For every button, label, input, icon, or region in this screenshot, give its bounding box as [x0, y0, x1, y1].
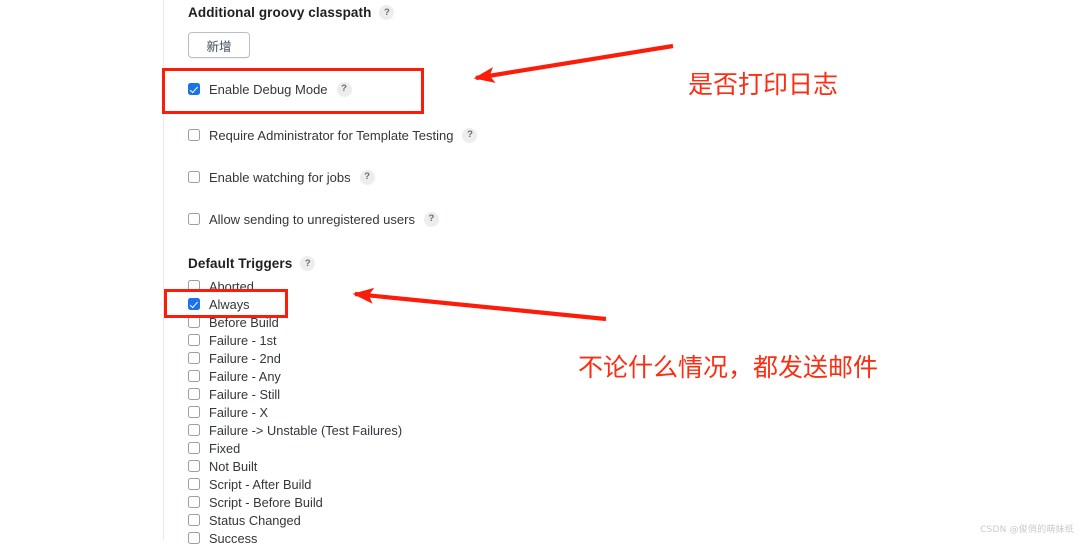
trigger-checkbox[interactable]	[188, 514, 200, 526]
option-require-administrator[interactable]: Require Administrator for Template Testi…	[188, 126, 888, 144]
trigger-label: Status Changed	[209, 512, 301, 528]
trigger-row[interactable]: Script - Before Build	[188, 493, 888, 511]
trigger-checkbox[interactable]	[188, 478, 200, 490]
trigger-label: Fixed	[209, 440, 241, 456]
help-icon[interactable]: ?	[359, 169, 375, 185]
default-triggers-list: Aborted Always Before Build Failure - 1st Fa…	[188, 277, 888, 547]
column-divider	[163, 0, 164, 540]
trigger-checkbox[interactable]	[188, 424, 200, 436]
checkbox-require-administrator[interactable]	[188, 129, 200, 141]
option-label: Enable Debug Mode	[209, 81, 328, 97]
trigger-checkbox[interactable]	[188, 406, 200, 418]
trigger-row[interactable]: Always	[188, 295, 888, 313]
trigger-label: Not Built	[209, 458, 258, 474]
trigger-checkbox[interactable]	[188, 442, 200, 454]
help-icon[interactable]: ?	[336, 81, 352, 97]
csdn-watermark: CSDN @俊俏的萌妹纸	[980, 525, 1074, 535]
trigger-label: Script - After Build	[209, 476, 312, 492]
trigger-row[interactable]: Failure -> Unstable (Test Failures)	[188, 421, 888, 439]
help-icon[interactable]: ?	[379, 5, 395, 20]
checkbox-enable-debug-mode[interactable]	[188, 83, 200, 95]
trigger-checkbox[interactable]	[188, 352, 200, 364]
trigger-row[interactable]: Failure - 1st	[188, 331, 888, 349]
trigger-checkbox[interactable]	[188, 370, 200, 382]
option-enable-debug-mode[interactable]: Enable Debug Mode ?	[188, 80, 888, 98]
trigger-label: Before Build	[209, 314, 279, 330]
trigger-label: Failure - 1st	[209, 332, 277, 348]
groovy-classpath-title: Additional groovy classpath	[188, 5, 372, 20]
trigger-row[interactable]: Status Changed	[188, 511, 888, 529]
trigger-label: Success	[209, 530, 258, 546]
trigger-row[interactable]: Not Built	[188, 457, 888, 475]
trigger-row[interactable]: Failure - Still	[188, 385, 888, 403]
trigger-checkbox[interactable]	[188, 334, 200, 346]
trigger-checkbox[interactable]	[188, 496, 200, 508]
help-icon[interactable]: ?	[423, 211, 439, 227]
trigger-row[interactable]: Aborted	[188, 277, 888, 295]
trigger-checkbox[interactable]	[188, 388, 200, 400]
option-allow-unregistered[interactable]: Allow sending to unregistered users ?	[188, 210, 888, 228]
option-label: Require Administrator for Template Testi…	[209, 127, 454, 143]
trigger-row[interactable]: Failure - 2nd	[188, 349, 888, 367]
trigger-label: Always	[209, 296, 250, 312]
trigger-checkbox[interactable]	[188, 298, 200, 310]
default-triggers-heading: Default Triggers ?	[188, 256, 888, 271]
trigger-row[interactable]: Success	[188, 529, 888, 547]
option-label: Allow sending to unregistered users	[209, 211, 415, 227]
trigger-checkbox[interactable]	[188, 280, 200, 292]
settings-form-column: Additional groovy classpath ? 新增 Enable …	[188, 0, 888, 547]
trigger-row[interactable]: Failure - Any	[188, 367, 888, 385]
trigger-row[interactable]: Fixed	[188, 439, 888, 457]
trigger-row[interactable]: Script - After Build	[188, 475, 888, 493]
trigger-label: Script - Before Build	[209, 494, 323, 510]
trigger-label: Failure - Any	[209, 368, 281, 384]
help-icon[interactable]: ?	[462, 127, 478, 143]
trigger-label: Aborted	[209, 278, 254, 294]
option-label: Enable watching for jobs	[209, 169, 351, 185]
add-classpath-button[interactable]: 新增	[188, 32, 250, 58]
trigger-row[interactable]: Failure - X	[188, 403, 888, 421]
trigger-label: Failure - X	[209, 404, 269, 420]
trigger-checkbox[interactable]	[188, 316, 200, 328]
default-triggers-title: Default Triggers	[188, 256, 293, 271]
trigger-label: Failure - 2nd	[209, 350, 281, 366]
trigger-row[interactable]: Before Build	[188, 313, 888, 331]
page-canvas: Additional groovy classpath ? 新增 Enable …	[0, 0, 1080, 546]
trigger-label: Failure - Still	[209, 386, 281, 402]
trigger-label: Failure -> Unstable (Test Failures)	[209, 422, 403, 438]
checkbox-allow-unregistered[interactable]	[188, 213, 200, 225]
trigger-checkbox[interactable]	[188, 532, 200, 544]
option-enable-watching[interactable]: Enable watching for jobs ?	[188, 168, 888, 186]
checkbox-enable-watching[interactable]	[188, 171, 200, 183]
help-icon[interactable]: ?	[300, 256, 316, 271]
trigger-checkbox[interactable]	[188, 460, 200, 472]
groovy-classpath-heading: Additional groovy classpath ?	[188, 5, 888, 20]
